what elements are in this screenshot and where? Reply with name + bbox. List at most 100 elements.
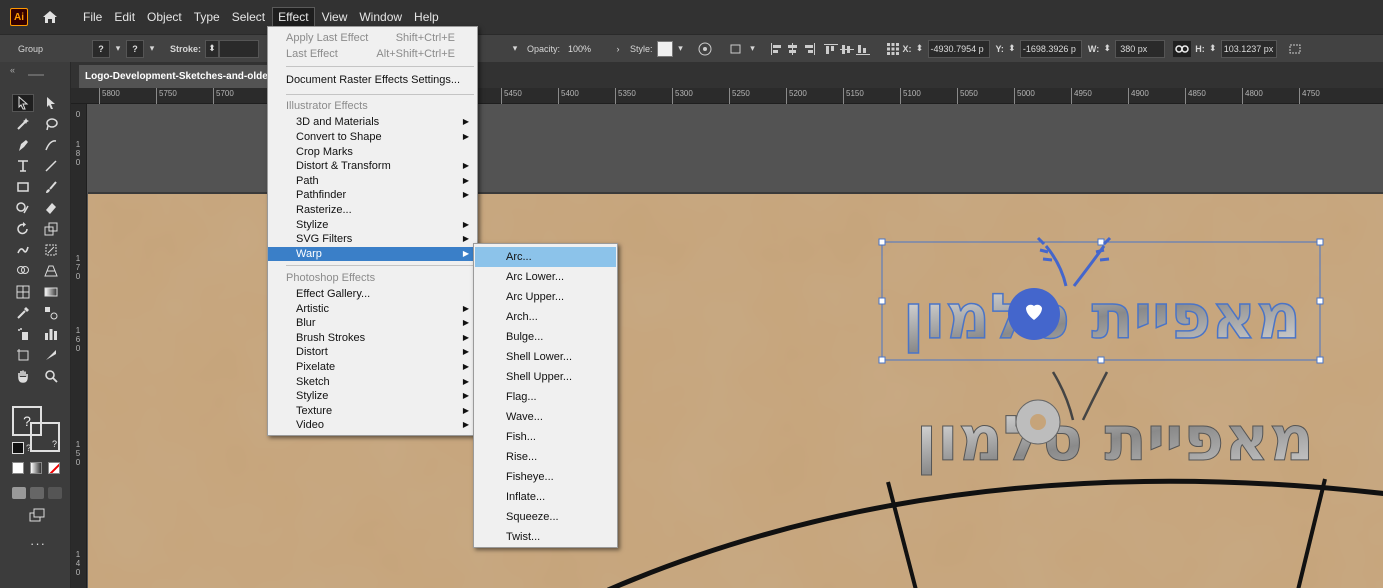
perspective-grid-tool-icon[interactable]	[40, 262, 62, 280]
warp-tool-icon[interactable]	[12, 241, 34, 259]
slice-tool-icon[interactable]	[40, 346, 62, 364]
hand-tool-icon[interactable]	[12, 367, 34, 385]
warp-item-fisheye[interactable]: Fisheye...	[475, 467, 616, 487]
warp-item-fish[interactable]: Fish...	[475, 427, 616, 447]
menu-item-texture[interactable]: Texture ▶	[268, 404, 477, 418]
panel-grip[interactable]	[28, 74, 44, 76]
opacity-field[interactable]: 100%	[564, 39, 611, 58]
align-left-icon[interactable]	[769, 42, 785, 56]
scale-tool-icon[interactable]	[40, 220, 62, 238]
direct-selection-tool-icon[interactable]	[40, 94, 62, 112]
h-stepper[interactable]: ⬍	[1205, 42, 1221, 56]
document-raster-effects-item[interactable]: Document Raster Effects Settings...	[268, 73, 477, 87]
transform-icon[interactable]	[1287, 42, 1303, 56]
menu-file[interactable]: File	[78, 8, 107, 26]
menu-item-stylize[interactable]: Stylize ▶	[268, 218, 477, 232]
rotate-tool-icon[interactable]	[12, 220, 34, 238]
align-top-icon[interactable]	[823, 42, 839, 56]
warp-item-arch[interactable]: Arch...	[475, 307, 616, 327]
warp-item-flag[interactable]: Flag...	[475, 387, 616, 407]
free-transform-tool-icon[interactable]	[40, 241, 62, 259]
align-center-icon[interactable]	[785, 42, 801, 56]
default-colors-icon[interactable]	[12, 442, 24, 454]
artboard-tool-icon[interactable]	[12, 346, 34, 364]
menu-select[interactable]: Select	[227, 8, 270, 26]
collapse-panel-icon[interactable]: «	[10, 65, 15, 75]
magic-wand-tool-icon[interactable]	[12, 115, 34, 133]
column-graph-tool-icon[interactable]	[40, 325, 62, 343]
align-to-icon[interactable]	[729, 42, 745, 56]
stroke-swatch[interactable]: ?	[126, 39, 144, 58]
document-tab[interactable]: Logo-Development-Sketches-and-older	[79, 65, 278, 88]
paintbrush-tool-icon[interactable]	[40, 178, 62, 196]
warp-item-wave[interactable]: Wave...	[475, 407, 616, 427]
style-swatch[interactable]	[656, 40, 673, 57]
menu-item-path[interactable]: Path ▶	[268, 174, 477, 188]
chevron-down-icon[interactable]: ▾	[673, 42, 689, 56]
align-bottom-icon[interactable]	[855, 42, 871, 56]
mesh-tool-icon[interactable]	[12, 283, 34, 301]
constrain-proportions-icon[interactable]	[1173, 40, 1192, 57]
warp-item-shell-lower[interactable]: Shell Lower...	[475, 347, 616, 367]
warp-item-squeeze[interactable]: Squeeze...	[475, 507, 616, 527]
menu-item-distort[interactable]: Distort ▶	[268, 345, 477, 359]
shape-builder-tool-icon[interactable]	[12, 262, 34, 280]
edit-toolbar-icon[interactable]: ···	[30, 536, 46, 551]
menu-item-warp[interactable]: Warp ▶	[268, 247, 477, 261]
draw-normal-icon[interactable]	[12, 487, 26, 499]
menu-item-convert-to-shape[interactable]: Convert to Shape ▶	[268, 130, 477, 144]
zoom-tool-icon[interactable]	[40, 367, 62, 385]
w-field[interactable]: 380 px	[1115, 39, 1166, 58]
menu-edit[interactable]: Edit	[109, 8, 140, 26]
menu-item-video[interactable]: Video ▶	[268, 418, 477, 432]
menu-item-effect-gallery[interactable]: Effect Gallery...	[268, 287, 477, 301]
warp-item-arc-upper[interactable]: Arc Upper...	[475, 287, 616, 307]
gradient-tool-icon[interactable]	[40, 283, 62, 301]
curvature-tool-icon[interactable]	[40, 136, 62, 154]
warp-item-twist[interactable]: Twist...	[475, 527, 616, 547]
selection-tool-icon[interactable]	[12, 94, 34, 112]
recolor-artwork-icon[interactable]	[697, 42, 713, 56]
draw-inside-icon[interactable]	[48, 487, 62, 499]
vertical-ruler[interactable]: 0 1 8 0 1 7 0 1 6 0 1 5 0 1 4 0	[71, 104, 87, 588]
align-middle-icon[interactable]	[839, 42, 855, 56]
menu-item-pathfinder[interactable]: Pathfinder ▶	[268, 188, 477, 202]
menu-item-pixelate[interactable]: Pixelate ▶	[268, 360, 477, 374]
rectangle-tool-icon[interactable]	[12, 178, 34, 196]
chevron-down-icon[interactable]: ▾	[144, 42, 160, 56]
h-field[interactable]: 103.1237 px	[1220, 39, 1277, 58]
symbol-sprayer-tool-icon[interactable]	[12, 325, 34, 343]
warp-item-bulge[interactable]: Bulge...	[475, 327, 616, 347]
stroke-weight-field[interactable]	[219, 39, 260, 58]
eraser-tool-icon[interactable]	[40, 199, 62, 217]
chevron-down-icon[interactable]: ▾	[745, 42, 761, 56]
warp-item-inflate[interactable]: Inflate...	[475, 487, 616, 507]
menu-type[interactable]: Type	[189, 8, 225, 26]
lasso-tool-icon[interactable]	[40, 115, 62, 133]
warp-item-arc[interactable]: Arc...	[475, 247, 616, 267]
chevron-down-icon[interactable]: ▾	[110, 42, 126, 56]
draw-behind-icon[interactable]	[30, 487, 44, 499]
menu-effect[interactable]: Effect	[272, 7, 315, 27]
chevron-down-icon[interactable]: ▾	[507, 42, 523, 56]
menu-help[interactable]: Help	[409, 8, 444, 26]
y-field[interactable]: -1698.3926 p	[1019, 39, 1082, 58]
menu-item-blur[interactable]: Blur ▶	[268, 316, 477, 330]
menu-item-artistic[interactable]: Artistic ▶	[268, 302, 477, 316]
shaper-tool-icon[interactable]	[12, 199, 34, 217]
last-effect-item[interactable]: Last Effect Alt+Shift+Ctrl+E	[268, 47, 477, 61]
eyedropper-tool-icon[interactable]	[12, 304, 34, 322]
menu-item-3d-and-materials[interactable]: 3D and Materials ▶	[268, 115, 477, 129]
menu-item-crop-marks[interactable]: Crop Marks	[268, 145, 477, 159]
menu-item-sketch[interactable]: Sketch ▶	[268, 375, 477, 389]
warp-item-arc-lower[interactable]: Arc Lower...	[475, 267, 616, 287]
menu-item-brush-strokes[interactable]: Brush Strokes ▶	[268, 331, 477, 345]
apply-last-effect-item[interactable]: Apply Last Effect Shift+Ctrl+E	[268, 31, 477, 45]
change-screen-mode-icon[interactable]	[26, 506, 48, 524]
x-field[interactable]: -4930.7954 p	[927, 39, 990, 58]
menu-item-svg-filters[interactable]: SVG Filters ▶	[268, 232, 477, 246]
w-stepper[interactable]: ⬍	[1099, 42, 1115, 56]
none-mode-icon[interactable]	[48, 462, 60, 474]
warp-item-rise[interactable]: Rise...	[475, 447, 616, 467]
align-right-icon[interactable]	[801, 42, 817, 56]
